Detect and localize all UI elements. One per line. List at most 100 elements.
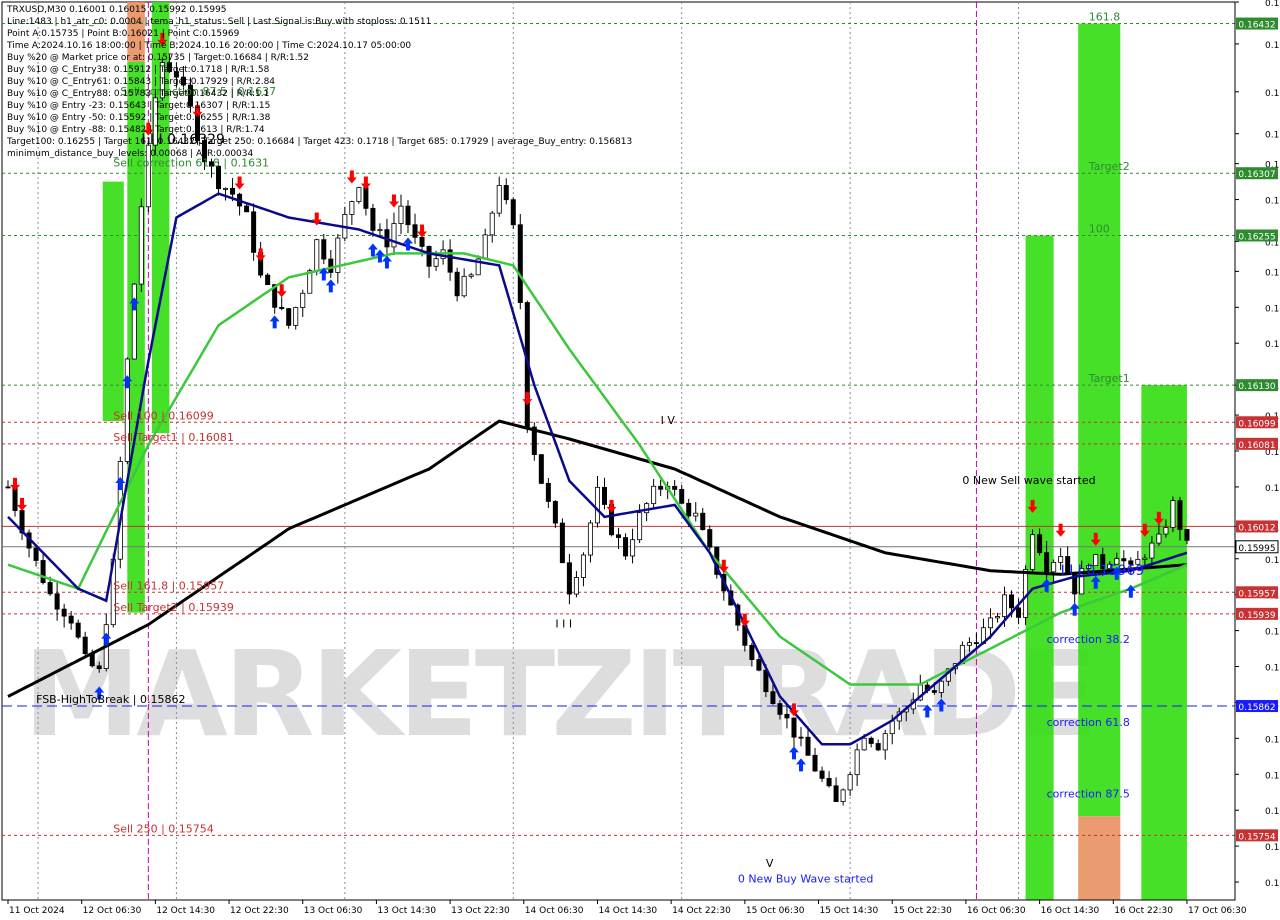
candle-body <box>1016 607 1022 618</box>
candle-body <box>1058 556 1064 563</box>
candle-body <box>756 659 762 671</box>
y-tick-label: 0.15715 <box>1265 879 1280 889</box>
candle-body <box>672 485 678 490</box>
x-tick-label: 13 Oct 22:30 <box>451 906 510 916</box>
candle-body <box>679 489 685 504</box>
candle-body <box>644 503 650 514</box>
candle-body <box>573 577 579 595</box>
candle-body <box>138 206 144 285</box>
info-line: Buy %10 @ Entry -50: 0.15592 | Target:0.… <box>7 113 271 123</box>
candle-body <box>482 234 488 260</box>
price-tag-label: 0.16012 <box>1238 523 1275 533</box>
candle-body <box>489 212 495 236</box>
info-line: Buy %10 @ C_Entry61: 0.15843 | Target:0.… <box>7 77 276 87</box>
candle-body <box>791 717 797 738</box>
y-tick-label: 0.16225 <box>1265 268 1280 278</box>
candle-body <box>594 486 600 524</box>
candle-body <box>861 737 867 751</box>
candle-body <box>300 292 306 308</box>
candle-body <box>1149 542 1155 559</box>
candle-body <box>517 224 523 303</box>
info-line: Point A:0.15735 | Point B:0.16021 | Poin… <box>7 29 240 39</box>
x-tick-label: 16 Oct 06:30 <box>967 906 1026 916</box>
candle-body <box>412 224 418 238</box>
candle-body <box>356 187 362 202</box>
candle-body <box>286 308 292 326</box>
candle-body <box>349 201 355 215</box>
candle-body <box>552 501 558 524</box>
candle-body <box>700 512 706 530</box>
chart-annotation: Sell 250 | 0.15754 <box>113 822 214 835</box>
candle-body <box>454 271 460 297</box>
x-tick-label: 14 Oct 22:30 <box>672 906 731 916</box>
candle-body <box>82 636 88 654</box>
candle-body <box>812 754 818 772</box>
x-tick-label: 14 Oct 14:30 <box>598 906 657 916</box>
candle-body <box>40 560 46 583</box>
candle-body <box>377 229 383 232</box>
candle-body <box>468 274 474 277</box>
zone-green <box>1078 23 1121 817</box>
info-line: Target100: 0.16255 | Target 161: 0.16432… <box>7 137 633 147</box>
info-line: minimum_distance_buy_levels: 0.00068 | A… <box>7 149 254 159</box>
y-tick-label: 0.16375 <box>1265 89 1280 99</box>
candle-body <box>819 770 825 779</box>
chart-annotation: Sell Target1 | 0.16081 <box>113 431 234 444</box>
chart-annotation: V <box>766 857 774 870</box>
chart-annotation: Sell 100 | 0.16099 <box>113 409 214 422</box>
candle-body <box>426 246 432 267</box>
candle-body <box>966 642 972 646</box>
x-tick-label: 12 Oct 14:30 <box>156 906 215 916</box>
price-tag-label: 0.16081 <box>1238 441 1275 451</box>
x-tick-label: 11 Oct 2024 <box>9 906 65 916</box>
candle-body <box>244 205 250 213</box>
candle-body <box>1002 594 1008 617</box>
candle-body <box>321 239 327 260</box>
candle-body <box>587 522 593 556</box>
candle-body <box>223 188 229 190</box>
candle-body <box>391 223 397 248</box>
candle-body <box>538 454 544 484</box>
candle-body <box>5 486 11 489</box>
candle-body <box>637 512 643 541</box>
candle-body <box>131 283 137 360</box>
candle-body <box>854 749 860 776</box>
price-tag-label: 0.15939 <box>1238 611 1275 621</box>
candle-body <box>370 207 376 231</box>
candle-body <box>651 485 657 505</box>
candle-body <box>580 554 586 578</box>
x-tick-label: 15 Oct 22:30 <box>893 906 952 916</box>
chart-annotation: 0 New Buy Wave started <box>738 873 874 886</box>
info-line: Buy %10 @ C_Entry38: 0.15912 | Target:0.… <box>7 65 270 75</box>
chart-annotation: correction 87.5 <box>1047 788 1130 801</box>
candle-body <box>987 617 993 629</box>
x-tick-label: 15 Oct 06:30 <box>746 906 805 916</box>
candle-body <box>503 185 509 201</box>
candle-body <box>784 713 790 719</box>
candle-body <box>882 733 888 751</box>
candle-body <box>1177 500 1183 530</box>
candle-body <box>68 615 74 624</box>
info-line: Buy %10 @ Entry -88: 0.15482 | Target:0.… <box>7 125 265 135</box>
candle-body <box>868 737 874 744</box>
info-line: Buy %10 @ C_Entry88: 0.15783 | Target:0.… <box>7 89 270 99</box>
y-tick-label: 0.15745 <box>1265 843 1280 853</box>
chart-annotation: 0 New Sell wave started <box>92 0 225 2</box>
chart-annotation: 161.8 <box>1089 11 1121 24</box>
candle-body <box>363 187 369 209</box>
x-tick-label: 16 Oct 22:30 <box>1114 906 1173 916</box>
y-tick-label: 0.15775 <box>1265 807 1280 817</box>
info-line: Buy %20 @ Market price or at: 0.15735 | … <box>7 53 310 63</box>
x-tick-label: 13 Oct 14:30 <box>377 906 436 916</box>
chart-annotation: Sell Target2 | 0.15939 <box>113 601 234 614</box>
chart-annotation: correction 38.2 <box>1047 633 1130 646</box>
candle-body <box>686 502 692 517</box>
candle-body <box>1044 552 1050 573</box>
candle-body <box>433 258 439 267</box>
price-tag-label: 0.16255 <box>1238 232 1275 242</box>
price-tag-label: 0.16307 <box>1238 170 1275 180</box>
candle-body <box>265 274 271 286</box>
candle-body <box>973 642 979 645</box>
candle-body <box>875 743 881 751</box>
candle-body <box>545 482 551 502</box>
